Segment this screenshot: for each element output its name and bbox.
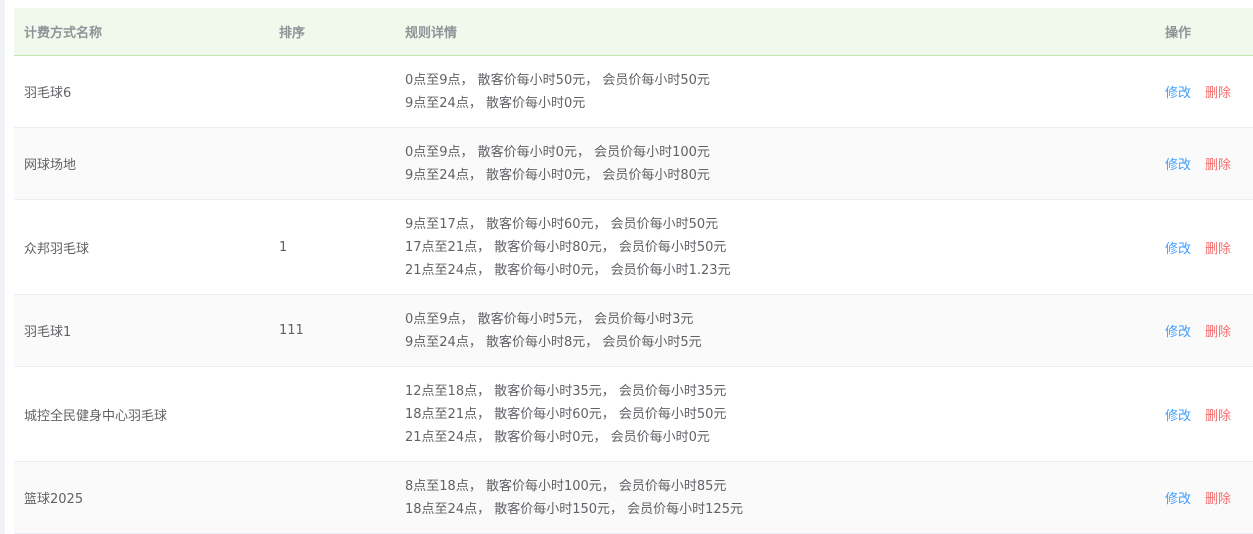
delete-button[interactable]: 删除	[1205, 86, 1231, 101]
rule-line: 0点至9点， 散客价每小时50元， 会员价每小时50元	[405, 72, 710, 88]
table-row: 篮球2025 8点至18点， 散客价每小时100元， 会员价每小时85元 18点至2…	[14, 462, 1253, 534]
edit-button[interactable]: 修改	[1165, 409, 1191, 424]
rule-line: 21点至24点， 散客价每小时0元， 会员价每小时0元	[405, 429, 710, 445]
rule-line: 9点至24点， 散客价每小时0元	[405, 95, 586, 111]
column-header-name[interactable]: 计费方式名称	[14, 22, 269, 41]
sort-order-cell: 111	[279, 323, 304, 338]
rule-line: 0点至9点， 散客价每小时0元， 会员价每小时100元	[405, 144, 710, 160]
rule-details-cell: 0点至9点， 散客价每小时5元， 会员价每小时3元 9点至24点， 散客价每小时8…	[395, 308, 1155, 354]
rule-line: 12点至18点， 散客价每小时35元， 会员价每小时35元	[405, 383, 727, 399]
billing-name-cell: 篮球2025	[24, 492, 84, 507]
table-row: 众邦羽毛球 1 9点至17点， 散客价每小时60元， 会员价每小时50元 17点至21…	[14, 200, 1253, 295]
rule-details-cell: 9点至17点， 散客价每小时60元， 会员价每小时50元 17点至21点， 散客价…	[395, 213, 1155, 282]
billing-methods-table: 计费方式名称 排序 规则详情 操作 羽毛球6 0点至9点， 散客价每小时50元， …	[14, 8, 1253, 534]
edit-button[interactable]: 修改	[1165, 158, 1191, 173]
table-row: 羽毛球1 111 0点至9点， 散客价每小时5元， 会员价每小时3元 9点至24点， …	[14, 295, 1253, 367]
billing-name-cell: 城控全民健身中心羽毛球	[24, 408, 168, 424]
delete-button[interactable]: 删除	[1205, 492, 1231, 507]
rule-details-cell: 8点至18点， 散客价每小时100元， 会员价每小时85元 18点至24点， 散客…	[395, 475, 1155, 521]
rule-line: 17点至21点， 散客价每小时80元， 会员价每小时50元	[405, 239, 727, 255]
rule-line: 18点至24点， 散客价每小时150元， 会员价每小时125元	[405, 501, 743, 517]
table-row: 城控全民健身中心羽毛球 12点至18点， 散客价每小时35元， 会员价每小时35元…	[14, 367, 1253, 462]
table-row: 羽毛球6 0点至9点， 散客价每小时50元， 会员价每小时50元 9点至24点， 散…	[14, 56, 1253, 128]
edit-button[interactable]: 修改	[1165, 492, 1191, 507]
column-header-sort[interactable]: 排序	[269, 22, 395, 41]
rule-line: 0点至9点， 散客价每小时5元， 会员价每小时3元	[405, 311, 694, 327]
page-left-edge	[0, 0, 5, 534]
billing-name-cell: 羽毛球6	[24, 86, 72, 101]
actions-cell: 修改 删除	[1155, 405, 1253, 424]
actions-cell: 修改 删除	[1155, 488, 1253, 507]
billing-name-cell: 羽毛球1	[24, 325, 72, 340]
column-header-rules: 规则详情	[405, 26, 458, 41]
sort-order-cell: 1	[279, 239, 288, 255]
edit-button[interactable]: 修改	[1165, 242, 1191, 257]
table-header: 计费方式名称 排序 规则详情 操作	[14, 8, 1253, 56]
column-header-actions: 操作	[1165, 26, 1192, 41]
rule-line: 18点至21点， 散客价每小时60元， 会员价每小时50元	[405, 406, 727, 422]
rule-line: 9点至24点， 散客价每小时8元， 会员价每小时5元	[405, 334, 702, 350]
billing-name-cell: 网球场地	[24, 158, 77, 173]
table-body: 羽毛球6 0点至9点， 散客价每小时50元， 会员价每小时50元 9点至24点， 散…	[14, 56, 1253, 534]
billing-name-cell: 众邦羽毛球	[24, 241, 90, 257]
delete-button[interactable]: 删除	[1205, 242, 1231, 257]
table-row: 网球场地 0点至9点， 散客价每小时0元， 会员价每小时100元 9点至24点， 散…	[14, 128, 1253, 200]
actions-cell: 修改 删除	[1155, 238, 1253, 257]
rule-details-cell: 0点至9点， 散客价每小时0元， 会员价每小时100元 9点至24点， 散客价每小…	[395, 141, 1155, 187]
actions-cell: 修改 删除	[1155, 154, 1253, 173]
rule-details-cell: 12点至18点， 散客价每小时35元， 会员价每小时35元 18点至21点， 散客…	[395, 380, 1155, 449]
delete-button[interactable]: 删除	[1205, 409, 1231, 424]
rule-details-cell: 0点至9点， 散客价每小时50元， 会员价每小时50元 9点至24点， 散客价每小…	[395, 69, 1155, 115]
rule-line: 9点至24点， 散客价每小时0元， 会员价每小时80元	[405, 167, 710, 183]
actions-cell: 修改 删除	[1155, 321, 1253, 340]
delete-button[interactable]: 删除	[1205, 158, 1231, 173]
edit-button[interactable]: 修改	[1165, 325, 1191, 340]
rule-line: 8点至18点， 散客价每小时100元， 会员价每小时85元	[405, 478, 727, 494]
delete-button[interactable]: 删除	[1205, 325, 1231, 340]
edit-button[interactable]: 修改	[1165, 86, 1191, 101]
rule-line: 9点至17点， 散客价每小时60元， 会员价每小时50元	[405, 216, 719, 232]
actions-cell: 修改 删除	[1155, 82, 1253, 101]
rule-line: 21点至24点， 散客价每小时0元， 会员价每小时1.23元	[405, 262, 731, 278]
